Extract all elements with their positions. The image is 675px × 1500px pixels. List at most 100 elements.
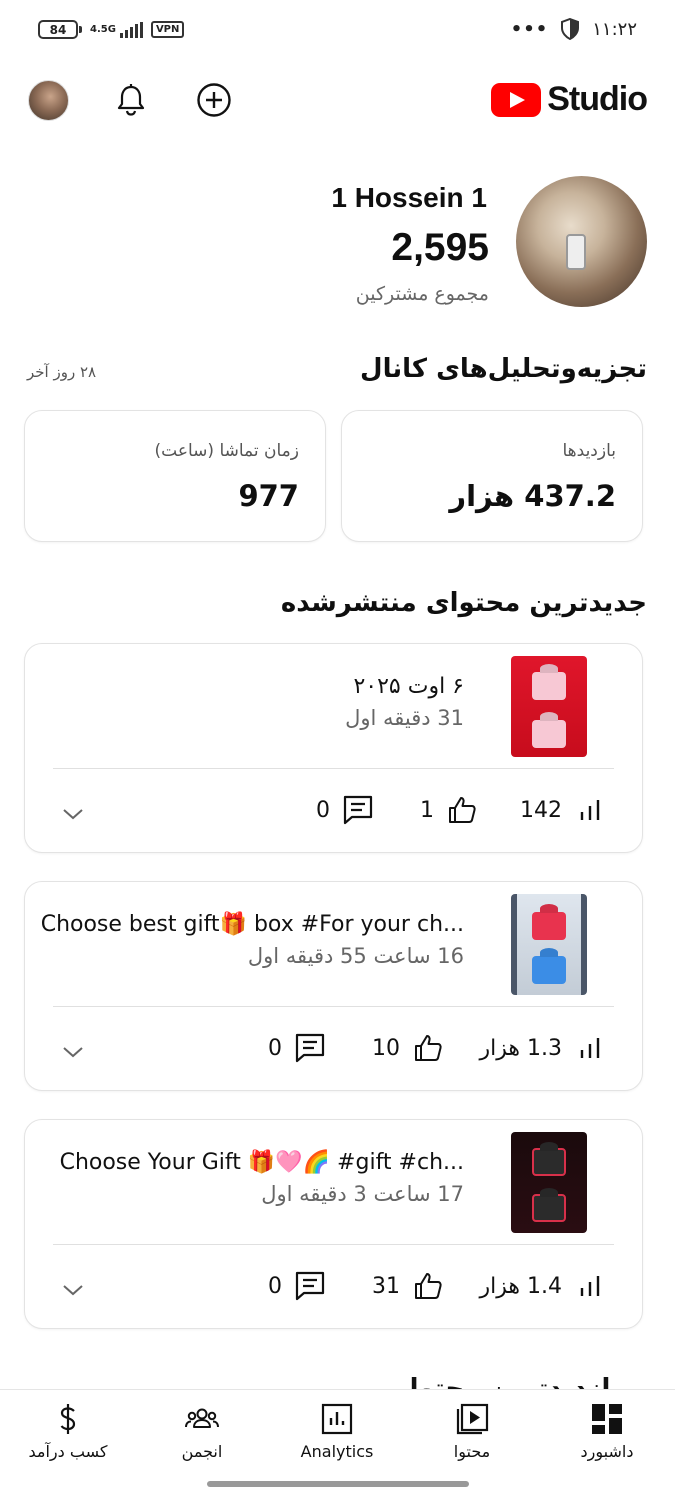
video-metrics-row: 1.3 هزار 10 0	[25, 1032, 642, 1072]
youtube-studio-logo: Studio	[491, 80, 648, 119]
network-type: 4.5G	[90, 23, 116, 35]
card-divider	[53, 1006, 614, 1007]
nav-community-label: انجمن	[181, 1442, 223, 1461]
comments-metric: 0	[268, 1270, 326, 1302]
views-metric: 1.3 هزار	[480, 1032, 606, 1064]
gift-box-icon	[532, 1148, 566, 1176]
app-header: Studio	[0, 70, 675, 130]
nav-community[interactable]: انجمن	[142, 1402, 262, 1461]
watch-time-label: زمان تماشا (ساعت)	[154, 441, 299, 461]
video-title: ۶ اوت ۲۰۲۵	[353, 674, 464, 699]
likes-count: 31	[372, 1273, 400, 1299]
likes-metric: 1	[420, 794, 478, 826]
video-thumbnail[interactable]	[511, 656, 587, 757]
views-count: 142	[520, 797, 562, 823]
latest-content-title: جدیدترین محتوای منتشرشده	[280, 588, 647, 618]
chevron-down-icon[interactable]	[61, 1040, 85, 1064]
battery-icon: 84	[38, 20, 78, 39]
home-indicator[interactable]	[207, 1481, 469, 1487]
nav-dashboard-label: داشبورد	[580, 1442, 634, 1461]
video-card[interactable]: ۶ اوت ۲۰۲۵ 31 دقیقه اول 142 1 0	[24, 643, 643, 853]
subscriber-label: مجموع مشترکین	[355, 283, 489, 305]
status-right: ••• ۱۱:۲۲	[511, 18, 637, 40]
thumbs-up-icon	[415, 1273, 442, 1299]
nav-dashboard[interactable]: داشبورد	[547, 1402, 667, 1461]
nav-content[interactable]: محتوا	[412, 1402, 532, 1461]
analytics-title[interactable]: تجزیه‌وتحلیل‌های کانال	[360, 354, 647, 384]
subscriber-count: 2,595	[391, 226, 489, 269]
account-avatar[interactable]	[28, 80, 69, 121]
video-metrics-row: 142 1 0	[25, 794, 642, 834]
views-card[interactable]: بازدیدها 437.2 هزار	[341, 410, 643, 542]
community-icon	[185, 1408, 219, 1428]
watch-time-value: 977	[238, 479, 299, 513]
dashboard-icon	[592, 1404, 622, 1434]
gift-box-icon	[532, 1194, 566, 1222]
bar-chart-icon	[580, 1276, 600, 1296]
gift-box-icon	[532, 672, 566, 700]
bar-chart-icon	[580, 800, 600, 820]
dollar-icon	[60, 1404, 76, 1434]
comments-count: 0	[268, 1035, 282, 1061]
video-card[interactable]: Choose Your Gift 🎁🩷🌈 #gift #ch... 17 ساع…	[24, 1119, 643, 1329]
nav-analytics[interactable]: Analytics	[277, 1402, 397, 1461]
comments-metric: 0	[268, 1032, 326, 1064]
likes-metric: 10	[372, 1032, 444, 1064]
analytics-period: ۲۸ روز آخر	[27, 363, 97, 381]
comments-count: 0	[316, 797, 330, 823]
comment-icon	[295, 1033, 325, 1063]
video-title: Choose Your Gift 🎁🩷🌈 #gift #ch...	[59, 1150, 464, 1175]
analytics-icon	[321, 1403, 353, 1435]
shield-icon	[561, 18, 580, 40]
video-title: Choose best gift🎁 box #For your ch...	[40, 912, 464, 937]
comments-metric: 0	[316, 794, 374, 826]
studio-wordmark: Studio	[547, 80, 648, 118]
views-metric: 142	[520, 794, 606, 826]
likes-count: 1	[420, 797, 434, 823]
content-library-icon	[456, 1403, 489, 1435]
views-count: 1.4 هزار	[479, 1273, 562, 1299]
card-divider	[53, 1244, 614, 1245]
youtube-logo-icon	[491, 82, 542, 117]
nav-earn[interactable]: کسب درآمد	[8, 1402, 128, 1461]
more-notifications-icon: •••	[510, 18, 549, 40]
status-left: 84 4.5G VPN	[38, 20, 185, 39]
likes-metric: 31	[372, 1270, 444, 1302]
video-thumbnail[interactable]	[511, 894, 587, 995]
status-bar: 84 4.5G VPN ••• ۱۱:۲۲	[0, 0, 675, 64]
clock: ۱۱:۲۲	[592, 18, 637, 40]
watch-time-card[interactable]: زمان تماشا (ساعت) 977	[24, 410, 326, 542]
gift-box-icon	[532, 720, 566, 748]
video-age: 16 ساعت 55 دقیقه اول	[247, 944, 464, 968]
thumbs-up-icon	[449, 797, 476, 823]
chevron-down-icon[interactable]	[61, 1278, 85, 1302]
likes-count: 10	[372, 1035, 400, 1061]
video-card[interactable]: Choose best gift🎁 box #For your ch... 16…	[24, 881, 643, 1091]
vpn-badge: VPN	[150, 21, 185, 38]
nav-content-label: محتوا	[453, 1442, 491, 1461]
card-divider	[53, 768, 614, 769]
comment-icon	[343, 795, 373, 825]
comments-count: 0	[268, 1273, 282, 1299]
avatar-phone-detail	[566, 234, 586, 270]
nav-analytics-label: Analytics	[300, 1442, 374, 1461]
views-value: 437.2 هزار	[449, 479, 616, 513]
views-label: بازدیدها	[562, 441, 617, 461]
bell-icon[interactable]	[113, 82, 149, 118]
video-thumbnail[interactable]	[511, 1132, 587, 1233]
views-count: 1.3 هزار	[479, 1035, 562, 1061]
video-metrics-row: 1.4 هزار 31 0	[25, 1270, 642, 1310]
thumbs-up-icon	[415, 1035, 442, 1061]
video-age: 17 ساعت 3 دقیقه اول	[261, 1182, 464, 1206]
comment-icon	[295, 1271, 325, 1301]
nav-earn-label: کسب درآمد	[28, 1442, 108, 1461]
channel-name: 1 Hossein 1	[331, 182, 487, 213]
views-metric: 1.4 هزار	[480, 1270, 606, 1302]
bar-chart-icon	[580, 1038, 600, 1058]
chevron-down-icon[interactable]	[61, 802, 85, 826]
studio-dashboard-page: 84 4.5G VPN ••• ۱۱:۲۲ Studio 1 Hossein 1…	[0, 0, 675, 1500]
signal-icon	[119, 21, 143, 38]
add-icon[interactable]	[196, 82, 232, 118]
video-age: 31 دقیقه اول	[345, 706, 464, 730]
channel-avatar[interactable]	[516, 176, 647, 307]
